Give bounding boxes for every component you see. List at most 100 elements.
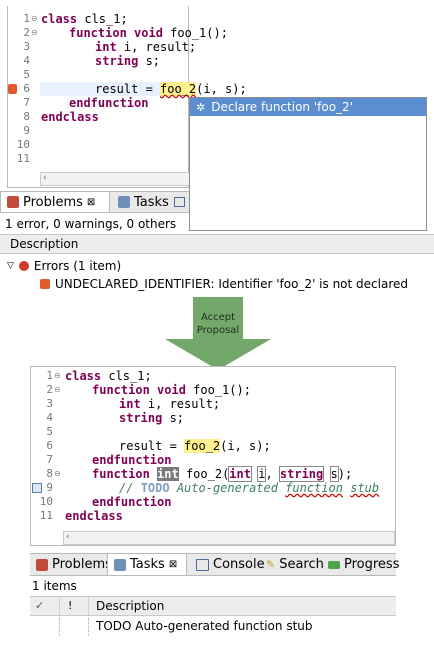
fold-toggle-icon[interactable]: ⊖: [54, 467, 61, 481]
line-number: 4: [46, 411, 53, 424]
line-number: 9: [23, 124, 30, 137]
tab-label: Console: [213, 557, 265, 572]
quick-fix-popup: ✲ Declare function 'foo_2': [189, 97, 427, 231]
line-number: 3: [46, 397, 53, 410]
cell-divider: [59, 618, 60, 636]
tab-search[interactable]: ✎ Search: [260, 554, 324, 575]
console-icon: [196, 558, 209, 571]
tab-progress[interactable]: Progress: [322, 554, 400, 575]
search-icon: ✎: [266, 558, 276, 571]
keyword: function void: [92, 383, 186, 397]
fold-toggle-icon[interactable]: ⊖: [54, 383, 61, 397]
function-declaration: foo_2(: [178, 467, 230, 481]
line-number: 5: [46, 425, 53, 438]
fold-toggle-icon[interactable]: ⊖: [54, 369, 61, 383]
task-marker-icon[interactable]: [32, 483, 42, 493]
code-text: result =: [95, 82, 161, 96]
arrow-label-line: Proposal: [196, 325, 240, 336]
scroll-left-icon[interactable]: ‹: [43, 173, 47, 183]
problems-summary: 1 error, 0 warnings, 0 others: [5, 217, 177, 231]
expand-chevron-icon[interactable]: ▽: [7, 261, 14, 271]
line-number: 2: [46, 383, 53, 396]
gear-icon: ✲: [196, 100, 206, 114]
tab-problems[interactable]: Problems: [30, 554, 112, 575]
code-text: ,: [265, 467, 280, 481]
quick-fix-proposal[interactable]: ✲ Declare function 'foo_2': [190, 98, 426, 116]
column-divider[interactable]: [59, 597, 60, 615]
horizontal-scrollbar[interactable]: ‹: [40, 172, 190, 186]
keyword: class: [41, 12, 78, 26]
template-return-type[interactable]: int: [157, 467, 179, 481]
keyword: string: [95, 54, 139, 68]
keyword: endfunction: [92, 495, 172, 509]
cell-divider: [88, 618, 89, 636]
template-arg-name[interactable]: s: [329, 466, 339, 482]
keyword: string: [119, 411, 163, 425]
column-completed[interactable]: ✓: [35, 599, 44, 612]
tasks-header-row: ✓ ! Description: [30, 596, 396, 616]
todo-tag: TODO: [140, 481, 170, 495]
task-row[interactable]: TODO Auto-generated function stub: [30, 618, 396, 636]
function-reference[interactable]: foo_2: [184, 439, 221, 453]
tab-tasks[interactable]: Tasks: [112, 192, 172, 212]
template-arg-type[interactable]: int: [228, 466, 252, 482]
line-number: 6: [46, 439, 53, 452]
undeclared-identifier[interactable]: foo_2: [160, 82, 197, 96]
keyword: class: [65, 369, 102, 383]
problem-description: UNDECLARED_IDENTIFIER: Identifier 'foo_2…: [55, 277, 408, 291]
comment-text: stub: [350, 481, 380, 495]
comment-text: function: [285, 481, 343, 495]
tab-console[interactable]: Console: [190, 554, 265, 575]
tab-label: Tasks: [134, 194, 169, 210]
tab-label: Problems: [23, 194, 83, 210]
line-number: 11: [39, 509, 53, 522]
tab-tasks[interactable]: Tasks ⊠: [107, 554, 187, 575]
code-text: foo_1();: [162, 26, 228, 40]
template-arg-type[interactable]: string: [278, 466, 325, 482]
close-icon[interactable]: ⊠: [169, 559, 177, 570]
error-marker-icon[interactable]: [8, 84, 17, 94]
code-text: cls_1;: [77, 12, 128, 26]
keyword: endclass: [41, 110, 99, 124]
line-number: 8: [23, 110, 30, 123]
code-text: i, result;: [116, 40, 197, 54]
code-text: s;: [162, 411, 185, 425]
keyword: endfunction: [69, 96, 149, 110]
close-icon[interactable]: ⊠: [87, 197, 95, 208]
task-description: TODO Auto-generated function stub: [96, 619, 313, 633]
console-icon[interactable]: [174, 197, 185, 207]
comment-text: //: [119, 481, 141, 495]
tab-label: Search: [279, 557, 324, 572]
keyword: endfunction: [92, 453, 172, 467]
group-label: Errors (1 item): [33, 259, 122, 273]
keyword: function void: [69, 26, 163, 40]
fold-toggle-icon[interactable]: ⊖: [31, 26, 38, 40]
bottom-code-editor[interactable]: 1 2 3 4 5 6 7 8 9 10 11 ⊖ ⊖ ⊖ class cls_…: [30, 366, 396, 546]
error-file-icon: [40, 279, 50, 289]
line-number: 10: [39, 495, 53, 508]
fold-toggle-icon[interactable]: ⊖: [31, 12, 38, 26]
arrow-label-line: Accept: [200, 312, 236, 323]
code-text: (i, s);: [220, 439, 271, 453]
problems-header-row: Description: [0, 234, 434, 254]
tab-problems[interactable]: Problems ⊠: [0, 192, 110, 212]
column-description[interactable]: Description: [96, 599, 164, 613]
tab-label: Progress: [344, 557, 400, 572]
column-description[interactable]: Description: [10, 237, 78, 251]
line-number: 11: [16, 152, 30, 165]
column-priority[interactable]: !: [68, 599, 72, 612]
code-text: cls_1;: [101, 369, 152, 383]
errors-group-row[interactable]: ▽ Errors (1 item): [7, 258, 121, 274]
top-code-editor[interactable]: 1 2 3 4 5 6 7 8 9 10 11 ⊖ ⊖ class cls_1;…: [7, 6, 247, 188]
problem-item-row[interactable]: UNDECLARED_IDENTIFIER: Identifier 'foo_2…: [40, 276, 408, 292]
keyword: function: [92, 467, 158, 481]
scroll-left-icon[interactable]: ‹: [66, 532, 70, 542]
code-text: );: [337, 467, 353, 481]
horizontal-scrollbar[interactable]: ‹: [63, 531, 395, 545]
tasks-icon: [118, 196, 130, 208]
keyword: int: [95, 40, 117, 54]
progress-icon: [328, 560, 340, 569]
column-divider[interactable]: [88, 597, 89, 615]
line-number: 1: [46, 369, 53, 382]
